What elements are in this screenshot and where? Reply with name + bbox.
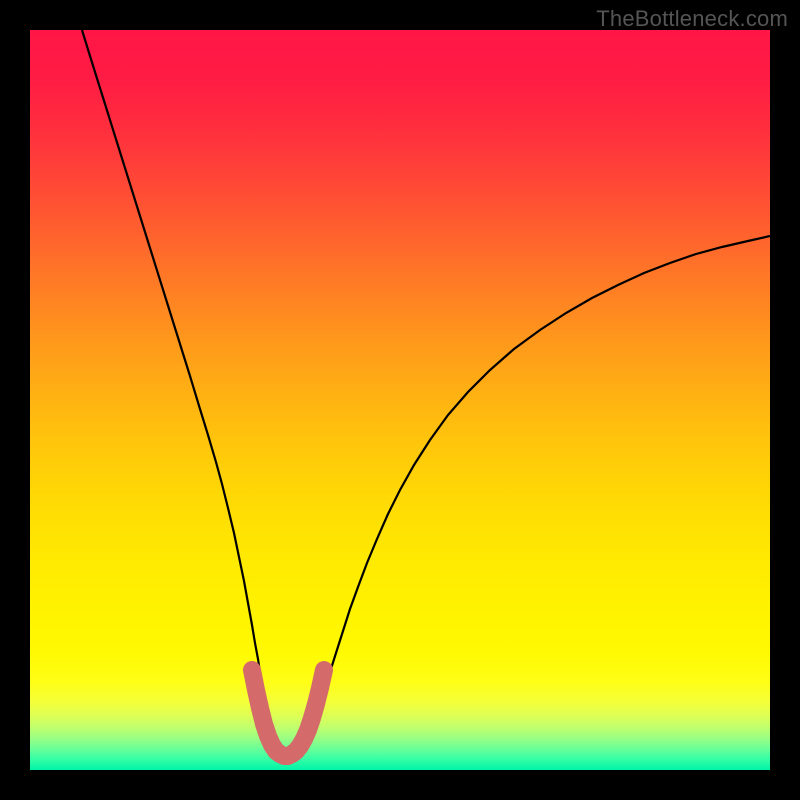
watermark-text: TheBottleneck.com <box>596 6 788 32</box>
thin-curve <box>82 30 770 754</box>
plot-frame <box>30 30 770 770</box>
chart-curves <box>30 30 770 770</box>
thick-valley <box>252 670 324 756</box>
